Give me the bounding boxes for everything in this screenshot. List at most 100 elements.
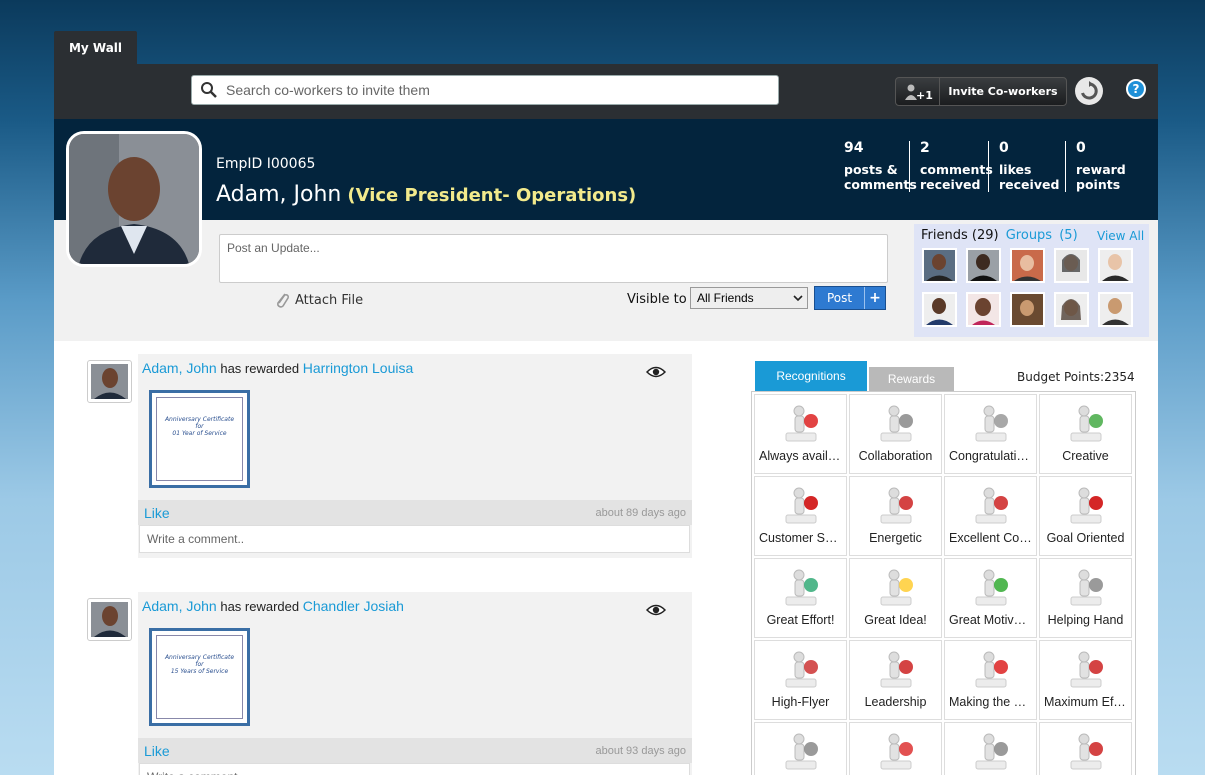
friend-avatar[interactable]	[922, 292, 957, 327]
post-button-label: Post	[815, 287, 865, 309]
profile-role: (Vice President- Operations)	[347, 185, 637, 206]
post-update-input[interactable]: Post an Update...	[219, 234, 888, 283]
invite-coworkers-button[interactable]: +1 Invite Co-workers	[895, 77, 1067, 106]
stat-likes-value: 0	[999, 140, 1009, 156]
friend-avatar[interactable]	[922, 248, 957, 283]
recognition-badge[interactable]: Energetic	[849, 476, 942, 556]
attach-file-label: Attach File	[295, 292, 364, 308]
post-timestamp: about 89 days ago	[595, 506, 686, 519]
recognition-badge[interactable]: Goal Oriented	[1039, 476, 1132, 556]
post-button[interactable]: Post +	[814, 286, 886, 310]
recognition-badge[interactable]	[1039, 722, 1132, 775]
stat-reward-points: 0 reward points	[1065, 141, 1126, 192]
tab-rewards[interactable]: Rewards	[869, 367, 954, 391]
recognition-badge[interactable]: Excellent Contribution	[944, 476, 1037, 556]
profile-header: EmpID I00065 Adam, John (Vice President- …	[54, 119, 1158, 220]
friend-avatar[interactable]	[1098, 248, 1133, 283]
like-bar: Like about 93 days ago	[138, 738, 692, 763]
search-icon	[192, 81, 226, 99]
feed-target-link[interactable]: Harrington Louisa	[303, 360, 414, 376]
tab-my-wall[interactable]: My Wall	[54, 31, 137, 65]
feed-verb: has rewarded	[220, 599, 300, 614]
recognition-badge[interactable]: Creative	[1039, 394, 1132, 474]
chevron-down-icon	[793, 291, 803, 305]
recognition-badge[interactable]: Making the difference	[944, 640, 1037, 720]
recognition-label: Great Idea!	[864, 613, 927, 627]
friend-avatar[interactable]	[966, 292, 1001, 327]
feed-target-link[interactable]: Chandler Josiah	[303, 598, 404, 614]
feed-verb: has rewarded	[220, 361, 300, 376]
recognition-badge[interactable]: Customer Service	[754, 476, 847, 556]
groups-link[interactable]: Groups	[1006, 228, 1052, 243]
recognition-badge[interactable]: Maximum Effort	[1039, 640, 1132, 720]
feed-post-title: Adam, John has rewarded Chandler Josiah	[142, 598, 404, 614]
friend-avatar[interactable]	[1010, 248, 1045, 283]
invite-coworkers-label: Invite Co-workers	[948, 85, 1058, 98]
feed-actor-avatar[interactable]	[87, 598, 132, 641]
globe-icon	[778, 567, 824, 609]
like-button[interactable]: Like	[144, 505, 170, 521]
recognition-badge[interactable]: Helping Hand	[1039, 558, 1132, 638]
stat-comments-label1: comments	[920, 162, 993, 177]
certificate-years: 15 Years of Service	[170, 668, 229, 675]
goal-icon	[1063, 485, 1109, 527]
search-box[interactable]	[191, 75, 779, 105]
tab-recognitions[interactable]: Recognitions	[755, 361, 867, 391]
certificate-image[interactable]: Anniversary Certificate for 01 Year of S…	[149, 390, 250, 488]
recognition-badge[interactable]	[754, 722, 847, 775]
comment-input[interactable]: Write a comment..	[139, 763, 690, 775]
recognition-badge[interactable]: Great Motivator	[944, 558, 1037, 638]
help-icon[interactable]: ?	[1126, 79, 1146, 99]
recognition-label: Customer Service	[759, 531, 842, 545]
recognition-label: Collaboration	[858, 449, 933, 463]
recognition-badge[interactable]: Leadership	[849, 640, 942, 720]
friend-avatar[interactable]	[1054, 292, 1089, 327]
stat-posts-label2: comments	[844, 177, 917, 192]
stat-reward-label1: reward	[1076, 162, 1126, 177]
certificate-image[interactable]: Anniversary Certificate for 15 Years of …	[149, 628, 250, 726]
customer-service-icon	[778, 485, 824, 527]
feed-actor-link[interactable]: Adam, John	[142, 360, 217, 376]
stat-comments-label2: received	[920, 177, 981, 192]
recognition-badge[interactable]: High-Flyer	[754, 640, 847, 720]
recognition-grid: Always available Collaboration Congratulat…	[751, 391, 1136, 775]
friends-label[interactable]: Friends	[921, 228, 968, 243]
friend-avatar[interactable]	[1010, 292, 1045, 327]
feed-post: Adam, John has rewarded Chandler Josiah …	[138, 592, 692, 775]
friend-avatar[interactable]	[1098, 292, 1133, 327]
update-area: Post an Update... Attach File Visible to…	[54, 220, 1158, 341]
recognition-label: Making the difference	[949, 695, 1032, 709]
like-button[interactable]: Like	[144, 743, 170, 759]
friend-avatar[interactable]	[1054, 248, 1089, 283]
feed-actor-link[interactable]: Adam, John	[142, 598, 217, 614]
recognition-badge[interactable]: Congratulations	[944, 394, 1037, 474]
certificate-for: for	[195, 661, 204, 668]
like-bar: Like about 89 days ago	[138, 500, 692, 525]
recognition-badge[interactable]: Collaboration	[849, 394, 942, 474]
stat-posts: 94 posts & comments	[844, 141, 917, 193]
friend-avatar[interactable]	[966, 248, 1001, 283]
recognition-badge[interactable]	[849, 722, 942, 775]
recognition-label: Excellent Contribution	[949, 531, 1032, 545]
recognition-badge[interactable]: Great Idea!	[849, 558, 942, 638]
recognition-label: High-Flyer	[771, 695, 830, 709]
profile-avatar[interactable]	[66, 131, 202, 267]
search-input[interactable]	[226, 82, 766, 98]
plus-icon[interactable]: +	[865, 287, 885, 309]
recognition-badge[interactable]	[944, 722, 1037, 775]
feed-actor-avatar[interactable]	[87, 360, 132, 403]
puzzle-icon	[968, 649, 1014, 691]
recognition-badge[interactable]: Always available	[754, 394, 847, 474]
certificate-title: Anniversary Certificate	[164, 416, 235, 423]
eye-icon[interactable]	[645, 363, 667, 382]
view-all-link[interactable]: View All	[1097, 229, 1144, 243]
recognition-label: Creative	[1062, 449, 1109, 463]
eye-icon[interactable]	[645, 601, 667, 620]
refresh-button[interactable]	[1075, 77, 1103, 105]
visibility-select[interactable]: All Friends	[690, 287, 808, 309]
comment-input[interactable]: Write a comment..	[139, 525, 690, 553]
add-user-icon: +1	[896, 78, 940, 105]
recognition-label: Helping Hand	[1047, 613, 1124, 627]
recognition-badge[interactable]: Great Effort!	[754, 558, 847, 638]
attach-file-button[interactable]: Attach File	[274, 290, 363, 310]
